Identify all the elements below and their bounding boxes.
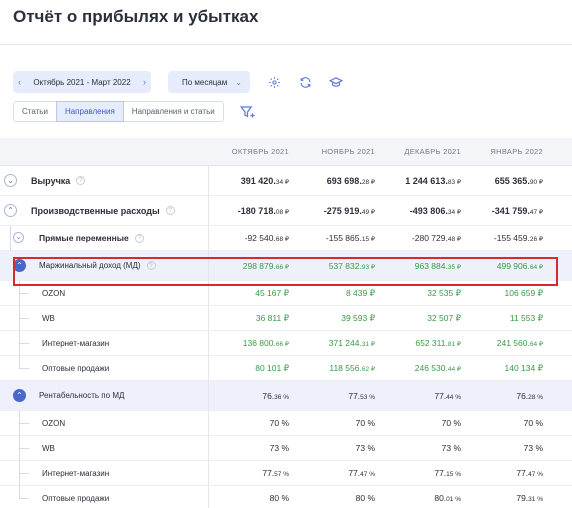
row-label: Оптовые продажи [42, 363, 110, 373]
refresh-icon[interactable] [298, 75, 312, 89]
row-label: Выручка [31, 175, 71, 186]
table-row: Интернет-магазин 77.57 % 77.47 % 77.15 %… [0, 461, 572, 486]
chevron-up-icon[interactable]: ⌃ [13, 259, 26, 272]
table-row-revenue: ⌄ Выручка ? 391 420.34 ₽ 693 698.28 ₽ 1 … [0, 166, 572, 196]
period-selector[interactable]: ‹ Октябрь 2021 - Март 2022 › [13, 71, 151, 93]
table-row: OZON 70 % 70 % 70 % 70 % [0, 411, 572, 436]
column-header: ОКТЯБРЬ 2021 [231, 147, 289, 156]
table-row-direct-variable: ⌄ Прямые переменные ? -92 540.68 ₽ -155 … [0, 226, 572, 251]
pnl-table: ОКТЯБРЬ 2021 НОЯБРЬ 2021 ДЕКАБРЬ 2021 ЯН… [0, 138, 572, 508]
toolbar-secondary: Статьи Направления Направления и статьи [13, 101, 256, 122]
row-label: WB [42, 443, 55, 453]
page-title: Отчёт о прибылях и убытках [13, 7, 259, 26]
toolbar-primary: ‹ Октябрь 2021 - Март 2022 › По месяцам … [13, 71, 343, 93]
gear-icon[interactable] [267, 75, 281, 89]
filter-add-icon[interactable] [240, 104, 256, 120]
period-label: Октябрь 2021 - Март 2022 [33, 77, 131, 87]
table-header: ОКТЯБРЬ 2021 НОЯБРЬ 2021 ДЕКАБРЬ 2021 ЯН… [0, 138, 572, 166]
row-label: Интернет-магазин [42, 338, 110, 348]
tab-directions-and-articles[interactable]: Направления и статьи [122, 101, 224, 122]
row-label: Оптовые продажи [42, 493, 110, 503]
help-icon[interactable]: ? [76, 176, 86, 185]
header-divider [0, 44, 572, 45]
chevron-down-icon[interactable]: ⌄ [4, 174, 17, 187]
chevron-down-icon[interactable]: ⌄ [13, 232, 24, 243]
tab-directions[interactable]: Направления [55, 101, 124, 122]
row-label: Интернет-магазин [42, 468, 110, 478]
row-label: OZON [42, 418, 66, 428]
table-row: Оптовые продажи 80 % 80 % 80.01 % 79.31 … [0, 486, 572, 508]
chevron-right-icon[interactable]: › [143, 77, 146, 87]
column-header: ЯНВАРЬ 2022 [490, 147, 543, 156]
help-icon[interactable]: ? [146, 261, 156, 270]
row-label: Производственные расходы [31, 205, 160, 216]
group-by-label: По месяцам [182, 77, 228, 87]
row-label: OZON [42, 288, 66, 298]
table-row: Оптовые продажи 80 101 ₽ 118 556.62 ₽ 24… [0, 356, 572, 381]
chevron-left-icon[interactable]: ‹ [18, 77, 21, 87]
row-label: Прямые переменные [39, 233, 129, 243]
table-row-profitability: ⌃ Рентабельность по МД 76.36 % 77.53 % 7… [0, 381, 572, 411]
table-row-marginal-income: ⌃ Маржинальный доход (МД) ? 298 879.66 ₽… [0, 251, 572, 281]
table-row: OZON 45 167 ₽ 8 439 ₽ 32 535 ₽ 106 659 ₽ [0, 281, 572, 306]
column-header: НОЯБРЬ 2021 [321, 147, 375, 156]
table-row: WB 73 % 73 % 73 % 73 % [0, 436, 572, 461]
row-label: Рентабельность по МД [39, 391, 125, 400]
tab-articles[interactable]: Статьи [13, 101, 57, 122]
chevron-up-icon[interactable]: ⌃ [4, 204, 17, 217]
help-icon[interactable]: ? [165, 206, 175, 215]
help-icon[interactable]: ? [134, 233, 144, 243]
row-label: WB [42, 313, 55, 323]
table-row-production-expenses: ⌃ Производственные расходы ? -180 718.08… [0, 196, 572, 226]
row-label: Маржинальный доход (МД) [39, 261, 141, 270]
chevron-down-icon: ⌄ [235, 77, 242, 87]
group-by-dropdown[interactable]: По месяцам ⌄ [168, 71, 250, 93]
table-row: Интернет-магазин 136 800.66 ₽ 371 244.31… [0, 331, 572, 356]
chevron-up-icon[interactable]: ⌃ [13, 389, 26, 402]
graduation-cap-icon[interactable] [329, 75, 343, 89]
column-header: ДЕКАБРЬ 2021 [404, 147, 461, 156]
table-row: WB 36 811 ₽ 39 593 ₽ 32 507 ₽ 11 553 ₽ [0, 306, 572, 331]
